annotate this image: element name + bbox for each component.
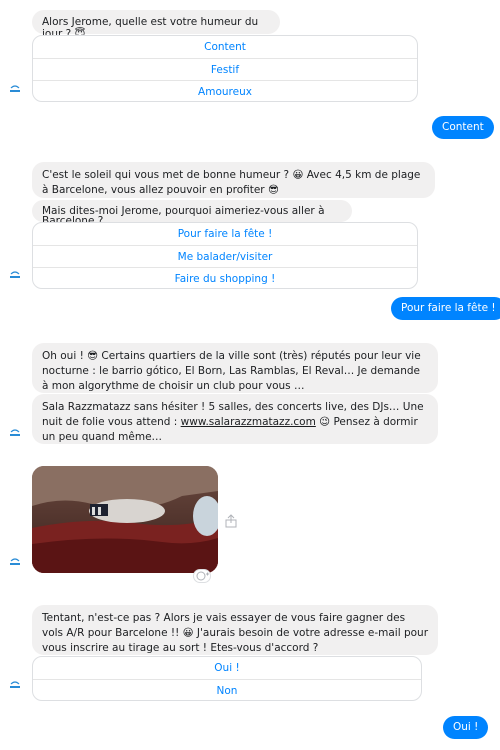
bot-message: Mais dites-moi Jerome, pourquoi aimeriez… <box>32 200 352 226</box>
gif-image[interactable] <box>32 466 218 573</box>
vueling-avatar-icon <box>8 555 22 569</box>
website-link[interactable]: www.salarazzmatazz.com <box>181 416 316 428</box>
quick-reply-party[interactable]: Pour faire la fête ! <box>33 223 417 245</box>
user-message: Oui ! <box>443 716 489 739</box>
vueling-avatar-icon <box>8 268 22 282</box>
quick-reply-festif[interactable]: Festif <box>33 58 417 80</box>
vueling-avatar-icon <box>8 82 22 96</box>
share-icon[interactable] <box>224 514 238 528</box>
user-message: Content <box>432 116 494 139</box>
bot-message: C'est le soleil qui vous met de bonne hu… <box>32 162 435 198</box>
vueling-avatar-icon <box>8 426 22 440</box>
quick-replies: Pour faire la fête ! Me balader/visiter … <box>32 222 418 289</box>
bot-message: Oh oui ! 😎 Certains quartiers de la vill… <box>32 343 438 393</box>
quick-reply-non[interactable]: Non <box>33 679 421 700</box>
quick-reply-visit[interactable]: Me balader/visiter <box>33 245 417 267</box>
message-text: Tentant, n'est-ce pas ? Alors je vais es… <box>42 612 429 654</box>
bot-message: Alors Jerome, quelle est votre humeur du… <box>32 10 280 40</box>
user-message: Pour faire la fête ! <box>391 297 500 320</box>
vueling-avatar-icon <box>8 678 22 692</box>
quick-reply-oui[interactable]: Oui ! <box>33 657 421 679</box>
quick-reply-content[interactable]: Content <box>33 36 417 58</box>
quick-reply-shopping[interactable]: Faire du shopping ! <box>33 267 417 288</box>
quick-reply-amoureux[interactable]: Amoureux <box>33 80 417 101</box>
message-text: Oh oui ! 😎 Certains quartiers de la vill… <box>42 350 421 392</box>
bot-message: Tentant, n'est-ce pas ? Alors je vais es… <box>32 605 438 655</box>
quick-replies: Content Festif Amoureux <box>32 35 418 102</box>
message-text: Oui ! <box>453 721 479 733</box>
bot-message: Sala Razzmatazz sans hésiter ! 5 salles,… <box>32 394 438 444</box>
smiley-react-icon[interactable] <box>193 569 211 583</box>
message-text: Pour faire la fête ! <box>401 302 496 314</box>
quick-replies: Oui ! Non <box>32 656 422 701</box>
message-text: C'est le soleil qui vous met de bonne hu… <box>42 169 421 196</box>
message-text: Content <box>442 121 484 133</box>
